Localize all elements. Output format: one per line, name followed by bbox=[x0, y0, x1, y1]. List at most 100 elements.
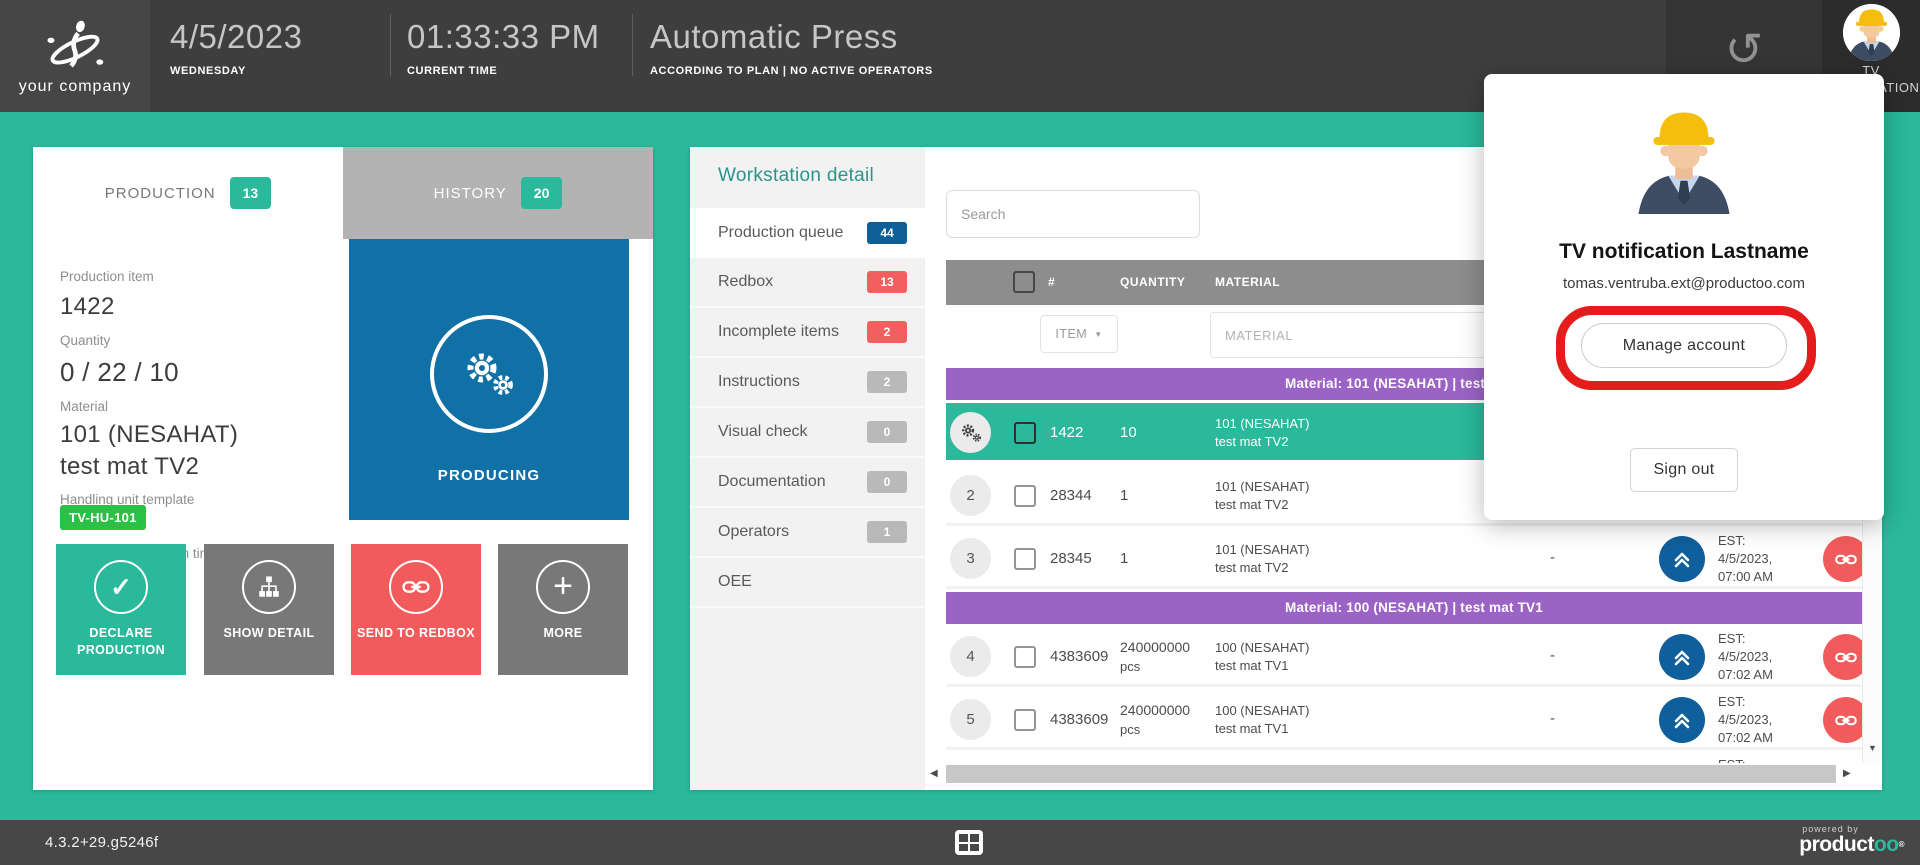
productoo-logo: productoo® bbox=[1799, 834, 1904, 856]
search-input[interactable] bbox=[946, 190, 1200, 238]
time-value: 01:33:33 PM bbox=[407, 18, 600, 56]
row-item-number: 1422 bbox=[1050, 424, 1083, 441]
row-est-time: EST:4/5/2023,07:00 AM bbox=[1718, 532, 1773, 586]
producing-label: PRODUCING bbox=[438, 467, 540, 484]
tab-production-label: PRODUCTION bbox=[105, 185, 216, 202]
row-est-time: EST:4/5/2023,07:02 AM bbox=[1718, 630, 1773, 684]
show-detail-label: SHOW DETAIL bbox=[224, 625, 315, 642]
tab-history-count: 20 bbox=[521, 177, 563, 209]
handling-unit-badge: TV-HU-101 bbox=[60, 505, 146, 530]
menu-item-label: Incomplete items bbox=[718, 323, 839, 341]
row-number-badge: 4 bbox=[950, 636, 991, 677]
visual-check-badge: 0 bbox=[867, 421, 907, 443]
workstation-name: Automatic Press bbox=[650, 18, 933, 56]
scroll-down-icon[interactable]: ▼ bbox=[1863, 743, 1882, 753]
chevron-down-icon: ▼ bbox=[1094, 330, 1102, 339]
current-date: 4/5/2023 WEDNESDAY bbox=[170, 18, 302, 77]
date-label: WEDNESDAY bbox=[170, 65, 302, 77]
menu-item-instructions[interactable]: Instructions 2 bbox=[690, 358, 925, 408]
table-row[interactable]: 4 4383609 240000000 pcs 100 (NESAHAT)tes… bbox=[946, 627, 1882, 687]
row-quantity: 1 bbox=[1120, 487, 1128, 504]
production-queue-badge: 44 bbox=[867, 222, 907, 244]
material-label: Material bbox=[60, 399, 108, 414]
apps-grid-icon[interactable] bbox=[955, 830, 983, 855]
header-divider bbox=[632, 14, 633, 76]
tab-production[interactable]: PRODUCTION 13 bbox=[33, 147, 343, 239]
row-checkbox[interactable] bbox=[1014, 646, 1036, 668]
table-row[interactable]: 3 28345 1 101 (NESAHAT)test mat TV2 - ES… bbox=[946, 529, 1882, 589]
menu-item-incomplete-items[interactable]: Incomplete items 2 bbox=[690, 308, 925, 358]
worker-avatar-icon bbox=[1843, 4, 1900, 61]
item-filter-dropdown[interactable]: ITEM ▼ bbox=[1040, 315, 1118, 353]
company-logo-text: your company bbox=[19, 78, 132, 96]
gears-icon bbox=[430, 315, 548, 433]
production-panel: PRODUCTION 13 HISTORY 20 Production item… bbox=[33, 147, 653, 790]
check-icon: ✓ bbox=[94, 560, 148, 614]
menu-item-operators[interactable]: Operators 1 bbox=[690, 508, 925, 558]
row-checkbox[interactable] bbox=[1014, 548, 1036, 570]
row-material: 101 (NESAHAT)test mat TV2 bbox=[1215, 541, 1309, 577]
manage-account-button[interactable]: Manage account bbox=[1581, 323, 1787, 368]
horizontal-scrollbar[interactable] bbox=[946, 765, 1836, 783]
workstation-detail-title: Workstation detail bbox=[718, 165, 874, 187]
row-checkbox[interactable] bbox=[1014, 709, 1036, 731]
menu-item-documentation[interactable]: Documentation 0 bbox=[690, 458, 925, 508]
workstation-status: ACCORDING TO PLAN | NO ACTIVE OPERATORS bbox=[650, 65, 933, 77]
current-time: 01:33:33 PM CURRENT TIME bbox=[407, 18, 600, 77]
row-quantity: 10 bbox=[1120, 424, 1137, 441]
material-filter-input[interactable] bbox=[1210, 312, 1490, 358]
sign-out-button[interactable]: Sign out bbox=[1630, 448, 1738, 492]
menu-item-visual-check[interactable]: Visual check 0 bbox=[690, 408, 925, 458]
row-est-time: EST: bbox=[1718, 756, 1745, 763]
menu-item-redbox[interactable]: Redbox 13 bbox=[690, 258, 925, 308]
operators-badge: 1 bbox=[867, 521, 907, 543]
menu-item-label: OEE bbox=[718, 573, 752, 591]
workstation-menu: Workstation detail Production queue 44 R… bbox=[690, 147, 925, 790]
material-group-header: Material: 100 (NESAHAT) | test mat TV1 bbox=[946, 592, 1882, 624]
priority-up-button[interactable] bbox=[1659, 536, 1705, 582]
user-email: tomas.ventruba.ext@productoo.com bbox=[1484, 275, 1884, 292]
table-row[interactable]: EST: bbox=[946, 753, 1882, 763]
row-checkbox[interactable] bbox=[1014, 422, 1036, 444]
workstation-title: Automatic Press ACCORDING TO PLAN | NO A… bbox=[650, 18, 933, 77]
scroll-left-icon[interactable]: ◀ bbox=[930, 768, 938, 779]
scroll-right-icon[interactable]: ▶ bbox=[1843, 768, 1851, 779]
tab-history[interactable]: HISTORY 20 bbox=[343, 147, 653, 239]
row-number-badge: 2 bbox=[950, 475, 991, 516]
table-row[interactable]: 5 4383609 240000000 pcs 100 (NESAHAT)tes… bbox=[946, 690, 1882, 750]
production-item-value: 1422 bbox=[60, 293, 115, 321]
item-filter-label: ITEM bbox=[1055, 327, 1087, 341]
row-item-number: 4383609 bbox=[1050, 711, 1108, 728]
user-full-name: TV notification Lastname bbox=[1484, 240, 1884, 264]
row-item-number: 28345 bbox=[1050, 550, 1092, 567]
row-checkbox[interactable] bbox=[1014, 485, 1036, 507]
date-value: 4/5/2023 bbox=[170, 18, 302, 56]
status-tile-producing[interactable]: PRODUCING bbox=[349, 239, 629, 520]
version-label: 4.3.2+29.g5246f bbox=[45, 820, 158, 865]
priority-up-button[interactable] bbox=[1659, 634, 1705, 680]
plus-icon: + bbox=[536, 560, 590, 614]
row-material: 100 (NESAHAT)test mat TV1 bbox=[1215, 702, 1309, 738]
quantity-label: Quantity bbox=[60, 333, 110, 348]
undo-icon: ↺ bbox=[1725, 26, 1764, 72]
menu-item-production-queue[interactable]: Production queue 44 bbox=[690, 208, 925, 258]
material-value2: test mat TV2 bbox=[60, 453, 199, 481]
declare-production-button[interactable]: ✓ DECLARE PRODUCTION bbox=[56, 544, 186, 675]
row-est-time: EST:4/5/2023,07:02 AM bbox=[1718, 693, 1773, 747]
row-item-number: 4383609 bbox=[1050, 648, 1108, 665]
menu-item-label: Visual check bbox=[718, 423, 808, 441]
link-icon bbox=[389, 560, 443, 614]
row-scheduled: - bbox=[1550, 549, 1555, 566]
worker-avatar-icon bbox=[1628, 102, 1740, 214]
company-logo-icon bbox=[44, 16, 106, 74]
show-detail-button[interactable]: SHOW DETAIL bbox=[204, 544, 334, 675]
time-label: CURRENT TIME bbox=[407, 65, 600, 77]
send-to-redbox-button[interactable]: SEND TO REDBOX bbox=[351, 544, 481, 675]
priority-up-button[interactable] bbox=[1659, 697, 1705, 743]
more-button[interactable]: + MORE bbox=[498, 544, 628, 675]
menu-item-oee[interactable]: OEE bbox=[690, 558, 925, 608]
send-to-redbox-label: SEND TO REDBOX bbox=[357, 625, 475, 642]
company-logo[interactable]: your company bbox=[0, 0, 150, 112]
row-quantity: 240000000 pcs bbox=[1120, 638, 1190, 676]
select-all-checkbox[interactable] bbox=[1013, 271, 1035, 293]
